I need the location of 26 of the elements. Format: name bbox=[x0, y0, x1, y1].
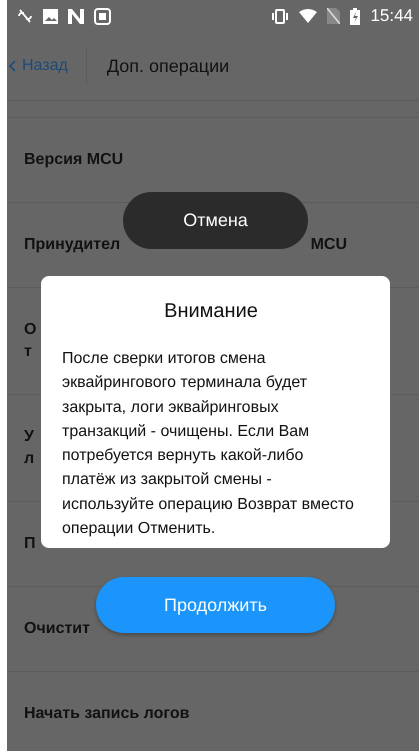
operation-label: т bbox=[24, 343, 33, 361]
operation-label: У bbox=[24, 428, 34, 446]
operation-label: П bbox=[24, 535, 36, 553]
clock-time: 15:44 bbox=[370, 6, 413, 26]
back-link[interactable]: Назад bbox=[7, 46, 87, 86]
image-icon bbox=[43, 8, 58, 24]
operation-label: Принудител bbox=[24, 236, 120, 254]
operation-label: Очистит bbox=[24, 620, 90, 638]
vibrate-icon bbox=[271, 8, 290, 24]
battery-icon bbox=[350, 8, 360, 24]
dialog-title: Внимание bbox=[163, 300, 259, 323]
n-icon bbox=[68, 8, 84, 24]
dialog-message: После сверки итогов смена эквайрингового терминала будет закрыта, логи эквайринговых транзакций - очищены. Если Вам потребуется вернуть какой-либо платёж из закрытой смены - используйте операцию Возврат вместо операции Отменить. bbox=[62, 349, 355, 540]
chevron-left-icon bbox=[9, 60, 16, 72]
operation-label: О bbox=[24, 321, 36, 339]
cancel-toast: Отмена bbox=[123, 192, 308, 249]
continue-button[interactable]: Продолжить bbox=[96, 577, 335, 633]
link-off-icon bbox=[17, 9, 33, 23]
operation-label: Версия MCU bbox=[24, 151, 124, 169]
operation-label: MCU bbox=[310, 236, 347, 254]
screen-title: Доп. операции bbox=[106, 56, 230, 76]
square-icon bbox=[94, 8, 111, 24]
wifi-icon bbox=[299, 9, 318, 23]
operation-label: Начать запись логов bbox=[24, 705, 190, 723]
operation-label: л bbox=[24, 450, 34, 468]
no-sim-icon bbox=[327, 8, 340, 24]
